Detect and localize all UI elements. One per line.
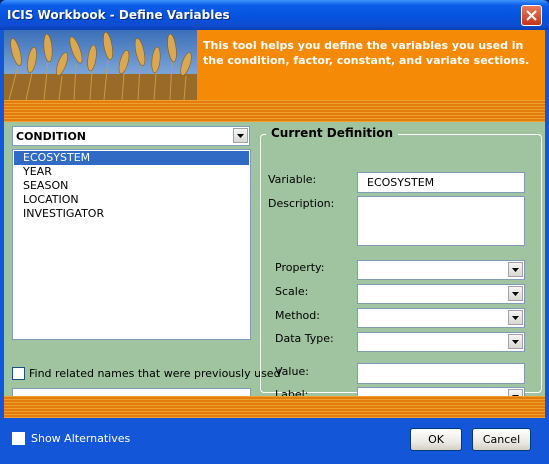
method-combo[interactable] [357,308,525,328]
list-item[interactable]: SEASON [14,179,249,193]
description-field[interactable] [357,196,525,246]
banner-description: This tool helps you define the variables… [203,39,530,67]
description-label: Description: [268,197,335,210]
dialog-footer: Show Alternatives OK Cancel [4,418,545,460]
chevron-down-icon [512,340,519,344]
show-alternatives-checkbox[interactable] [12,432,25,445]
title-bar[interactable]: ICIS Workbook - Define Variables [0,0,549,30]
find-related-label[interactable]: Find related names that were previously … [29,367,281,380]
dialog-window: ICIS Workbook - Define Variables This to… [0,0,549,464]
scale-dropdown-button[interactable] [508,286,523,301]
property-label: Property: [275,261,325,274]
variable-field[interactable]: ECOSYSTEM [357,172,525,193]
scale-combo[interactable] [357,284,525,304]
property-dropdown-button[interactable] [508,262,523,277]
variable-label: Variable: [268,173,317,186]
list-item[interactable]: LOCATION [14,193,249,207]
list-item[interactable]: YEAR [14,165,249,179]
chevron-down-icon [512,268,519,272]
close-button[interactable] [521,5,542,26]
method-dropdown-button[interactable] [508,310,523,325]
list-item[interactable]: INVESTIGATOR [14,207,249,221]
main-panel: CONDITION ECOSYSTEM YEAR SEASON LOCATION… [4,122,545,409]
section-combo-dropdown-button[interactable] [233,128,248,143]
method-label: Method: [275,309,320,322]
datatype-dropdown-button[interactable] [508,334,523,349]
header-banner: This tool helps you define the variables… [4,30,545,100]
ok-button[interactable]: OK [410,428,462,451]
variable-list[interactable]: ECOSYSTEM YEAR SEASON LOCATION INVESTIGA… [12,149,251,340]
datatype-combo[interactable] [357,332,525,352]
wheat-field-image [4,30,197,100]
dialog-client: This tool helps you define the variables… [4,30,545,460]
section-combo[interactable]: CONDITION [12,126,250,146]
value-field[interactable] [357,363,525,384]
decorative-stripes-bottom [4,396,545,418]
property-combo[interactable] [357,260,525,280]
variable-field-value: ECOSYSTEM [367,176,435,189]
chevron-down-icon [237,134,244,138]
current-definition-title: Current Definition [266,126,399,140]
close-icon [526,10,537,21]
show-alternatives-label[interactable]: Show Alternatives [31,432,130,445]
scale-label: Scale: [275,285,309,298]
chevron-down-icon [512,316,519,320]
chevron-down-icon [512,292,519,296]
datatype-label: Data Type: [275,332,334,345]
decorative-stripes-top [4,100,545,122]
cancel-button[interactable]: Cancel [472,428,531,451]
section-combo-value: CONDITION [16,130,87,143]
list-item[interactable]: ECOSYSTEM [14,151,249,165]
value-label: Value: [275,365,309,378]
find-related-checkbox[interactable] [12,367,25,380]
window-title: ICIS Workbook - Define Variables [7,8,230,22]
